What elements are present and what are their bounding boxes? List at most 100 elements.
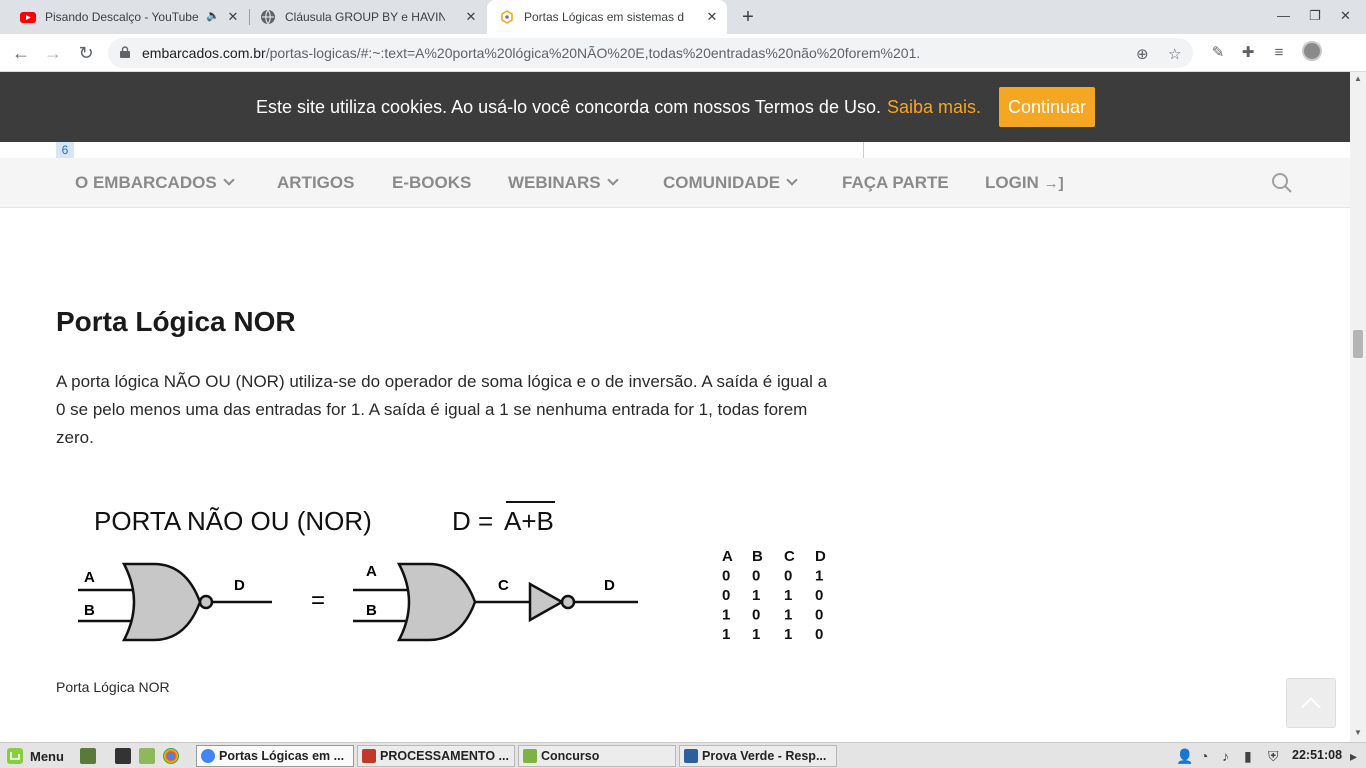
youtube-icon [20,12,36,23]
label-a: A [84,569,95,586]
restore-icon[interactable]: ❐ [1309,8,1321,24]
clock: 22:51:08 [1292,748,1343,762]
truth-table-cell: 1 [784,607,792,624]
taskbar-window-button[interactable]: PROCESSAMENTO ... [357,745,515,767]
label-b: B [366,602,377,619]
truth-table-cell: 1 [815,568,823,585]
bookmark-star-icon[interactable]: ☆ [1168,45,1181,63]
browser-tab-strip: Pisando Descalço - YouTube 🔈 ✕ Cláusula … [0,0,1366,34]
nav-item-webinars[interactable]: WEBINARS [508,173,619,193]
nav-item-e-books[interactable]: E-BOOKS [392,173,471,193]
article-paragraph: A porta lógica NÃO OU (NOR) utiliza-se d… [56,368,864,452]
document-icon [362,749,376,763]
nav-item-login[interactable]: LOGIN →] [985,173,1064,193]
tab-title: Portas Lógicas em sistemas digitais [524,10,684,24]
not-gate-shape [528,581,565,623]
close-tab-icon[interactable]: ✕ [226,10,240,24]
figure-equation-lhs: D = [452,506,493,536]
inversion-bubble [198,594,214,610]
cookie-continue-button[interactable]: Continuar [999,87,1095,127]
taskbar-window-button[interactable]: Concurso [518,745,676,767]
search-icon[interactable] [1271,172,1293,194]
paragraph-line: 0 se pelo menos uma das entradas for 1. … [56,400,808,419]
install-app-icon[interactable]: ⊕ [1136,45,1149,63]
audio-icon[interactable]: ♪ [1222,748,1229,764]
figure-equation-rhs: A+B [504,506,554,536]
inversion-bubble [560,594,576,610]
writer-icon [684,749,698,763]
user-icon[interactable]: 👤 [1176,748,1193,765]
audio-icon: 🔈 [206,10,220,22]
wifi-icon[interactable]: ◔ [1200,748,1208,764]
nav-item-o-embarcados[interactable]: O EMBARCADOS [75,173,235,193]
taskbar-window-button[interactable]: Portas Lógicas em ... [196,745,354,767]
terminal-icon[interactable] [115,748,131,764]
truth-table-cell: 1 [784,626,792,643]
nav-item-faca-parte[interactable]: FAÇA PARTE [842,173,949,193]
address-bar[interactable]: embarcados.com.br/portas-logicas/#:~:tex… [108,38,1193,68]
line-number: 6 [56,142,74,158]
tab-title: Pisando Descalço - YouTube [45,10,199,24]
scroll-down-icon[interactable]: ▼ [1354,728,1362,737]
battery-icon[interactable]: ▮ [1244,748,1252,765]
site-navigation: O EMBARCADOS ARTIGOS E-BOOKS WEBINARS CO… [0,158,1350,208]
truth-table-cell: 0 [815,587,823,604]
close-tab-icon[interactable]: ✕ [464,10,478,24]
cookie-more-link[interactable]: Saiba mais. [887,97,981,117]
forward-icon[interactable]: → [42,42,64,64]
extensions-puzzle-icon[interactable]: ✚ [1238,43,1258,63]
label-b: B [84,602,95,619]
shield-icon[interactable]: ⛨ [1268,748,1279,765]
reload-icon[interactable]: ↻ [75,42,97,64]
nor-gate-diagram: PORTA NÃO OU (NOR) D = A+B A B D = A B C… [78,501,826,643]
scrollbar-thumb[interactable] [1353,330,1363,358]
page-scrollbar[interactable]: ▲ ▼ [1350,72,1366,742]
minimize-icon[interactable]: — [1277,8,1290,23]
back-to-top-button[interactable] [1286,678,1336,728]
paragraph-line: zero. [56,428,94,447]
desktop-corner-icon[interactable]: ▸ [1350,748,1357,765]
files-icon[interactable] [139,748,155,764]
browser-tab[interactable]: Cláusula GROUP BY e HAVING em ✕ [248,0,486,34]
media-control-icon[interactable]: ≡ [1269,43,1289,63]
tab-title: Cláusula GROUP BY e HAVING em [285,10,445,24]
figure-caption: Porta Lógica NOR [56,679,170,695]
or-gate-shape [396,562,477,642]
truth-table-cell: 0 [784,568,792,585]
truth-table-cell: 1 [752,587,760,604]
equals-sign: = [311,587,325,614]
start-menu-button[interactable]: Menu [6,747,64,765]
embarcados-icon [501,10,513,24]
nav-item-comunidade[interactable]: COMUNIDADE [663,173,798,193]
arrow-up-icon [1301,697,1321,717]
close-window-icon[interactable]: ✕ [1340,8,1351,24]
truth-table-header: D [815,548,826,565]
chevron-down-icon [606,174,619,186]
nor-gate-shape [121,562,202,642]
truth-table-header: B [752,548,763,565]
figure-title: PORTA NÃO OU (NOR) [94,506,372,536]
truth-table-cell: 0 [722,568,730,585]
back-icon[interactable]: ← [10,42,32,64]
truth-table-header: C [784,548,795,565]
extension-pen-icon[interactable]: ✎ [1208,43,1228,63]
label-d: D [604,577,615,594]
article-heading: Porta Lógica NOR [56,306,296,337]
truth-table-cell: 0 [752,568,760,585]
previous-content-peek: 6 [56,142,864,158]
truth-table-cell: 1 [722,626,730,643]
show-desktop-icon[interactable] [80,748,96,764]
truth-table-cell: 0 [815,607,823,624]
close-tab-icon[interactable]: ✕ [705,10,719,24]
new-tab-button[interactable]: + [737,6,759,29]
profile-avatar[interactable] [1302,41,1322,61]
label-c: C [498,577,509,594]
taskbar-window-button[interactable]: Prova Verde - Resp... [679,745,837,767]
chrome-icon[interactable] [163,748,179,764]
nav-item-artigos[interactable]: ARTIGOS [277,173,354,193]
browser-tab[interactable]: Pisando Descalço - YouTube 🔈 ✕ [8,0,248,34]
globe-icon [261,9,275,25]
truth-table-cell: 0 [752,607,760,624]
scroll-up-icon[interactable]: ▲ [1354,74,1362,83]
browser-tab-active[interactable]: Portas Lógicas em sistemas digitais ✕ [487,0,727,34]
